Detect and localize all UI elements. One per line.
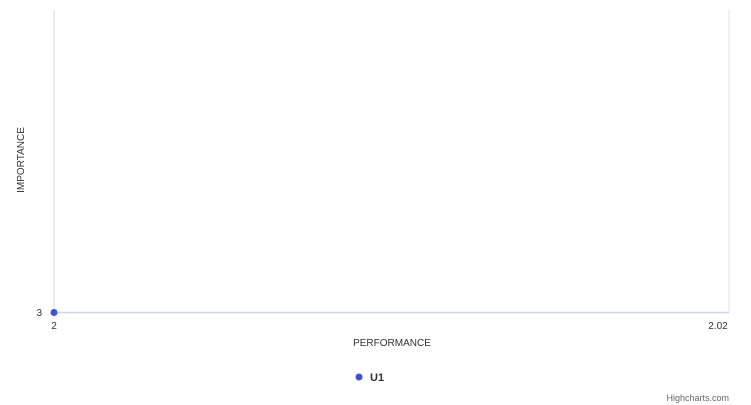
legend-label: U1 <box>370 372 384 384</box>
x-tick-label-start: 2 <box>51 321 57 332</box>
legend: U1 <box>355 372 385 384</box>
y-axis-title: IMPORTANCE <box>16 127 27 193</box>
x-axis-title: PERFORMANCE <box>353 338 431 349</box>
data-point[interactable] <box>50 309 58 316</box>
chart: 3 2 2.02 PERFORMANCE IMPORTANCE U1 Highc… <box>16 10 730 403</box>
legend-marker <box>355 373 363 381</box>
y-tick-label: 3 <box>36 308 42 319</box>
credits-link[interactable]: Highcharts.com <box>666 393 729 403</box>
legend-item-u1[interactable]: U1 <box>355 372 385 384</box>
series-points <box>50 309 58 316</box>
x-tick-label-end: 2.02 <box>708 321 728 332</box>
plot-area <box>53 10 730 314</box>
